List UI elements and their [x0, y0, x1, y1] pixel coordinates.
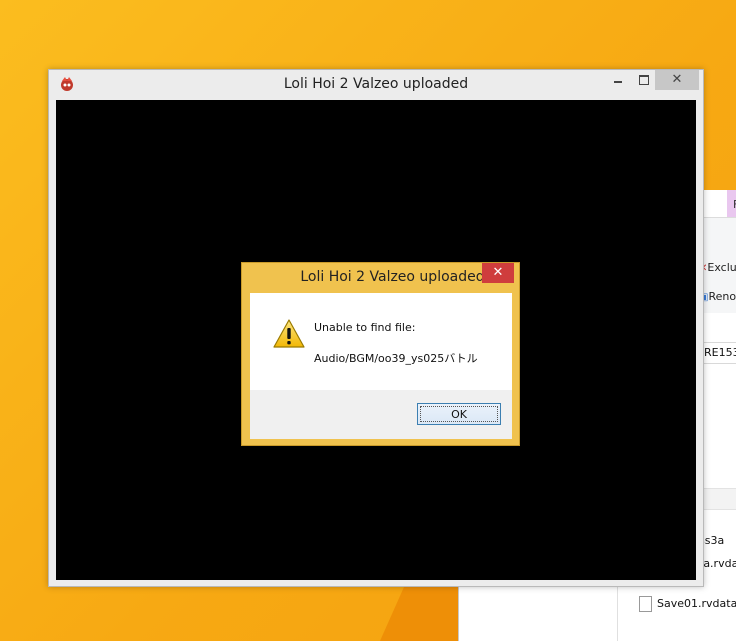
error-dialog[interactable]: Loli Hoi 2 Valzeo uploaded ✕ Unable to f… [241, 262, 520, 446]
dialog-message-area: Unable to find file: Audio/BGM/oo39_ys02… [250, 293, 512, 390]
ok-button[interactable]: OK [417, 403, 501, 425]
warning-icon [273, 319, 305, 348]
maximize-icon [639, 75, 649, 85]
column-header [699, 488, 736, 510]
ribbon-item-exclude[interactable]: ✕Exclu [699, 261, 736, 274]
close-button[interactable]: ✕ [655, 70, 699, 90]
error-message-path: Audio/BGM/oo39_ys025バトル [314, 352, 478, 365]
dialog-title: Loli Hoi 2 Valzeo uploaded [300, 269, 485, 285]
maximize-button[interactable] [631, 70, 657, 90]
close-icon: ✕ [671, 72, 683, 87]
close-icon: ✕ [492, 265, 504, 280]
minimize-icon [614, 81, 622, 83]
ribbon-panel: r ✕Exclu ▣Reno [699, 217, 736, 313]
file-item[interactable]: ta.rvdata [699, 557, 736, 570]
pane-divider [617, 585, 618, 641]
dialog-close-button[interactable]: ✕ [482, 263, 514, 283]
address-bar[interactable]: RE1533 [699, 342, 736, 364]
error-message-title: Unable to find file: [314, 321, 416, 334]
file-item-save01[interactable]: Save01.rvdata2 [639, 596, 736, 612]
file-icon [639, 596, 652, 612]
minimize-button[interactable] [605, 70, 631, 90]
dialog-body: Unable to find file: Audio/BGM/oo39_ys02… [250, 293, 512, 439]
ribbon-item-rename[interactable]: ▣Reno [699, 290, 736, 303]
game-titlebar[interactable]: Loli Hoi 2 Valzeo uploaded ✕ [49, 70, 703, 100]
address-text: RE1533 [704, 346, 736, 359]
